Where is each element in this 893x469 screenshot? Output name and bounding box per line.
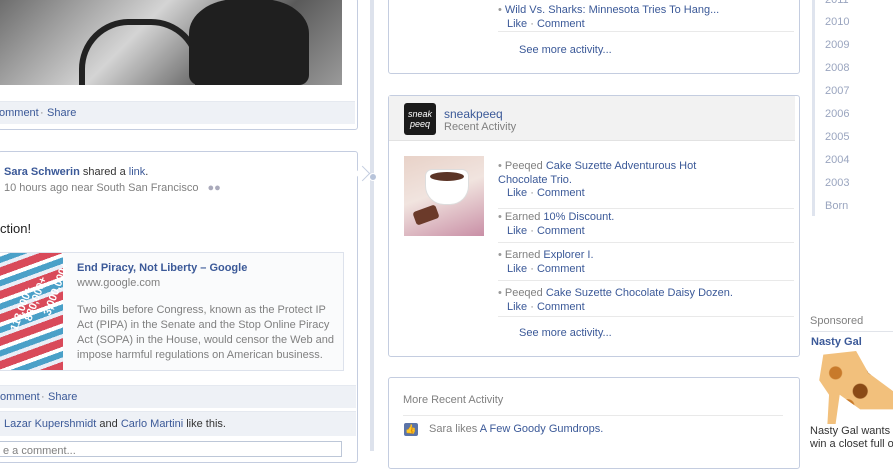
comment-link[interactable]: omment <box>0 102 39 124</box>
link-preview[interactable]: 3,000,000+ 880,000+ 113,000+ End Piracy,… <box>0 252 344 371</box>
like-link[interactable]: Like <box>507 301 527 313</box>
year-link[interactable]: 2010 <box>825 16 849 28</box>
year-link[interactable]: Born <box>825 200 848 212</box>
activity-row: • Earned 10% Discount. Like · Comment <box>498 208 794 243</box>
activity-row: • Peeqed Cake Suzette Adventurous Hot Cho… <box>498 156 794 209</box>
comment-link[interactable]: Comment <box>537 263 585 275</box>
year-link[interactable]: 2009 <box>825 39 849 51</box>
year-link[interactable]: 2011 <box>825 0 849 6</box>
timeline-year-nav: 2011 2010 2009 2008 2007 2006 2005 2004 … <box>812 0 893 216</box>
see-more-activity-link[interactable]: See more activity... <box>519 44 612 56</box>
photo-story-card: omment · Share <box>0 0 358 130</box>
sponsored-divider <box>810 331 893 332</box>
product-thumbnail[interactable] <box>404 156 484 236</box>
story-action-bar: omment · Share <box>0 101 355 124</box>
story-timestamp[interactable]: 10 hours ago near South San Francisco <box>4 182 198 194</box>
year-link[interactable]: 2005 <box>825 131 849 143</box>
story-meta: 10 hours ago near South San Francisco ●● <box>4 182 221 194</box>
see-more-activity-link[interactable]: See more activity... <box>519 327 612 339</box>
year-link[interactable]: 2006 <box>825 108 849 120</box>
like-link[interactable]: Like <box>507 225 527 237</box>
comment-link[interactable]: omment <box>0 386 40 408</box>
app-name-link[interactable]: sneakpeeq <box>444 107 503 121</box>
likes-bar: Lazar Kupershmidt and Carlo Martini like… <box>0 411 356 436</box>
link-description: Two bills before Congress, known as the … <box>77 304 335 361</box>
author-link[interactable]: Sara Schwerin <box>4 166 80 178</box>
activity-row: • Peeqed Cake Suzette Chocolate Daisy Doz… <box>498 280 794 317</box>
comment-link[interactable]: Comment <box>537 187 585 199</box>
story-message: ction! <box>0 221 32 236</box>
year-link[interactable]: 2003 <box>825 177 849 189</box>
story-header: Sara Schwerin shared a link. <box>4 166 149 178</box>
like-thumb-icon: 👍 <box>404 423 418 436</box>
comment-input[interactable]: e a comment... <box>0 441 342 457</box>
ad-title-link[interactable]: Nasty Gal <box>811 336 862 348</box>
share-link[interactable]: Share <box>47 102 76 124</box>
year-link[interactable]: 2007 <box>825 85 849 97</box>
comment-link[interactable]: Comment <box>537 225 585 237</box>
comment-link[interactable]: Comment <box>537 18 585 30</box>
separator-dot: · <box>40 107 44 119</box>
timeline-marker <box>369 173 377 181</box>
activity-object-link[interactable]: Cake Suzette Chocolate Daisy Dozen. <box>546 287 733 299</box>
like-link[interactable]: Like <box>507 263 527 275</box>
like-link[interactable]: Like <box>507 187 527 199</box>
ad-body-line: Nasty Gal wants t <box>810 425 893 437</box>
link-object[interactable]: link <box>129 166 146 178</box>
liked-page-link[interactable]: A Few Goody Gumdrops. <box>480 423 604 435</box>
app-subtitle: Recent Activity <box>444 121 517 133</box>
sponsored-label: Sponsored <box>810 315 864 327</box>
ad-body-line: win a closet full o <box>810 438 893 450</box>
story-photo[interactable] <box>0 0 342 85</box>
activity-row: • Earned Explorer I. Like · Comment <box>498 242 794 281</box>
share-link[interactable]: Share <box>48 386 77 408</box>
link-domain: www.google.com <box>77 277 161 289</box>
comment-link[interactable]: Comment <box>537 301 585 313</box>
year-link[interactable]: 2008 <box>825 62 849 74</box>
activity-item: • Wild Vs. Sharks: Minnesota Tries To Han… <box>498 4 720 16</box>
more-recent-title: More Recent Activity <box>403 394 504 406</box>
likes-sentence: Lazar Kupershmidt and Carlo Martini like… <box>4 418 226 430</box>
activity-object-link[interactable]: Explorer I. <box>543 249 593 261</box>
year-link[interactable]: 2004 <box>825 154 849 166</box>
recent-like-item: Sara likes A Few Goody Gumdrops. <box>429 423 604 435</box>
separator-dot: · <box>41 391 45 403</box>
activity-object-link[interactable]: 10% Discount. <box>543 211 614 223</box>
link-action-bar: omment · Share <box>0 385 356 408</box>
like-link[interactable]: Like <box>507 18 527 30</box>
liker-link[interactable]: Carlo Martini <box>121 418 183 430</box>
activity-title-link[interactable]: Wild Vs. Sharks: Minnesota Tries To Hang… <box>505 4 719 16</box>
activity-actions: Like · Comment <box>507 18 585 30</box>
sneakpeeq-logo-icon[interactable]: sneak peeq <box>404 103 436 135</box>
story-verb: shared a <box>82 166 126 178</box>
liker-link[interactable]: Lazar Kupershmidt <box>4 418 96 430</box>
timeline-spine <box>370 0 374 451</box>
friends-privacy-icon[interactable]: ●● <box>208 182 221 194</box>
link-title[interactable]: End Piracy, Not Liberty – Google <box>77 262 247 274</box>
link-thumbnail[interactable]: 3,000,000+ 880,000+ 113,000+ <box>0 253 72 370</box>
